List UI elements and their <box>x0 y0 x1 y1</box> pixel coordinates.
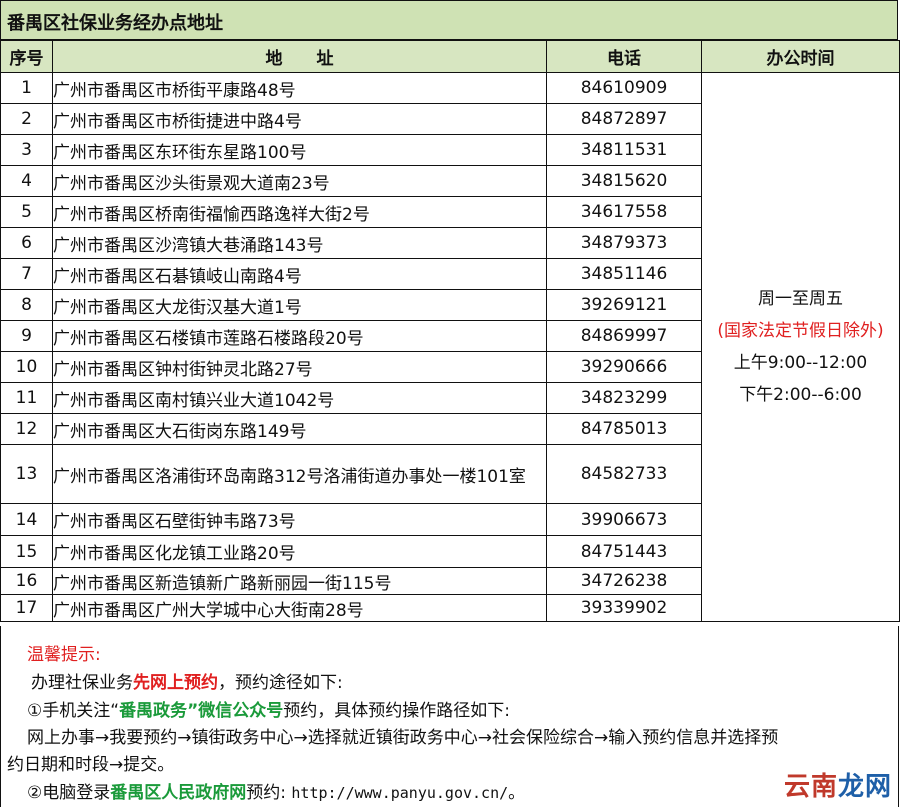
row-number: 12 <box>0 413 53 445</box>
row-number: 16 <box>0 567 53 595</box>
row-address: 广州市番禺区石楼镇市莲路石楼路段20号 <box>52 320 547 352</box>
row-number: 10 <box>0 351 53 383</box>
row-number: 5 <box>0 196 53 228</box>
row-number: 11 <box>0 382 53 414</box>
row-address: 广州市番禺区广州大学城中心大街南28号 <box>52 594 547 622</box>
row-address: 广州市番禺区沙头街景观大道南23号 <box>52 165 547 197</box>
row-number: 3 <box>0 134 53 166</box>
row-number: 17 <box>0 594 53 622</box>
tips-line-2: ①手机关注“番禺政务”微信公众号预约，具体预约操作路径如下: <box>27 701 510 721</box>
row-number: 8 <box>0 289 53 321</box>
row-address: 广州市番禺区桥南街福愉西路逸祥大街2号 <box>52 196 547 228</box>
row-address: 广州市番禺区大石街岗东路149号 <box>52 413 547 445</box>
row-phone: 84582733 <box>546 444 702 504</box>
header-row: 序号 地 址 电话 办公时间 <box>0 40 900 73</box>
row-phone: 84872897 <box>546 103 702 135</box>
row-phone: 39906673 <box>546 503 702 536</box>
row-phone: 34617558 <box>546 196 702 228</box>
row-number: 9 <box>0 320 53 352</box>
row-address: 广州市番禺区洛浦街环岛南路312号洛浦街道办事处一楼101室 <box>52 444 547 504</box>
office-hours-line: 下午2:00--6:00 <box>739 385 862 405</box>
table-title-bar: 番禺区社保业务经办点地址 <box>0 0 898 40</box>
header-address: 地 址 <box>52 40 547 73</box>
row-phone: 84610909 <box>546 72 702 104</box>
office-hours-line: 上午9:00--12:00 <box>733 353 868 373</box>
row-address: 广州市番禺区石碁镇岐山南路4号 <box>52 258 547 290</box>
row-address: 广州市番禺区石壁街钟韦路73号 <box>52 503 547 536</box>
row-number: 2 <box>0 103 53 135</box>
row-number: 4 <box>0 165 53 197</box>
row-address: 广州市番禺区钟村街钟灵北路27号 <box>52 351 547 383</box>
row-number: 15 <box>0 535 53 568</box>
row-address: 广州市番禺区南村镇兴业大道1042号 <box>52 382 547 414</box>
tips-line-5: ②电脑登录番禺区人民政府网预约: http://www.panyu.gov.cn… <box>27 783 526 803</box>
row-address: 广州市番禺区东环街东星路100号 <box>52 134 547 166</box>
row-address: 广州市番禺区市桥街平康路48号 <box>52 72 547 104</box>
row-number: 6 <box>0 227 53 259</box>
tips-line-4: 约日期和时段→提交。 <box>7 755 175 775</box>
tips-section: 温馨提示: 办理社保业务先网上预约，预约途径如下: ①手机关注“番禺政务”微信公… <box>0 626 899 807</box>
watermark-logo: 云南龙网 <box>783 772 892 802</box>
row-number: 7 <box>0 258 53 290</box>
tips-heading: 温馨提示: <box>27 645 101 665</box>
row-phone: 39269121 <box>546 289 702 321</box>
row-address: 广州市番禺区大龙街汉基大道1号 <box>52 289 547 321</box>
row-number: 14 <box>0 503 53 536</box>
row-address: 广州市番禺区市桥街捷进中路4号 <box>52 103 547 135</box>
row-address: 广州市番禺区新造镇新广路新丽园一街115号 <box>52 567 547 595</box>
office-table: 序号 地 址 电话 办公时间 1 广州市番禺区市桥街平康路48号 84610909 周… <box>0 40 900 622</box>
office-hours-line: 周一至周五 <box>758 289 843 309</box>
row-phone: 84785013 <box>546 413 702 445</box>
office-hours-line: (国家法定节假日除外) <box>717 321 884 341</box>
row-address: 广州市番禺区化龙镇工业路20号 <box>52 535 547 568</box>
row-phone: 34726238 <box>546 567 702 595</box>
row-phone: 34879373 <box>546 227 702 259</box>
row-phone: 84869997 <box>546 320 702 352</box>
row-phone: 34815620 <box>546 165 702 197</box>
row-phone: 39339902 <box>546 594 702 622</box>
tips-line-1: 办理社保业务先网上预约，预约途径如下: <box>31 673 343 693</box>
header-num: 序号 <box>0 40 53 73</box>
row-phone: 39290666 <box>546 351 702 383</box>
row-phone: 34811531 <box>546 134 702 166</box>
tips-line-3: 网上办事→我要预约→镇街政务中心→选择就近镇街政务中心→社会保险综合→输入预约信… <box>27 728 779 748</box>
website-link[interactable]: http://www.panyu.gov.cn/ <box>291 784 508 802</box>
page-title: 番禺区社保业务经办点地址 <box>7 13 223 34</box>
row-number: 13 <box>0 444 53 504</box>
row-phone: 34823299 <box>546 382 702 414</box>
row-address: 广州市番禺区沙湾镇大巷涌路143号 <box>52 227 547 259</box>
row-phone: 84751443 <box>546 535 702 568</box>
office-hours-cell: 周一至周五 (国家法定节假日除外) 上午9:00--12:00 下午2:00--6:0… <box>701 72 900 622</box>
header-hours: 办公时间 <box>701 40 900 73</box>
table-row: 1 广州市番禺区市桥街平康路48号 84610909 周一至周五 (国家法定节假日除外)… <box>0 72 900 622</box>
header-phone: 电话 <box>546 40 702 73</box>
row-phone: 34851146 <box>546 258 702 290</box>
row-number: 1 <box>0 72 53 104</box>
